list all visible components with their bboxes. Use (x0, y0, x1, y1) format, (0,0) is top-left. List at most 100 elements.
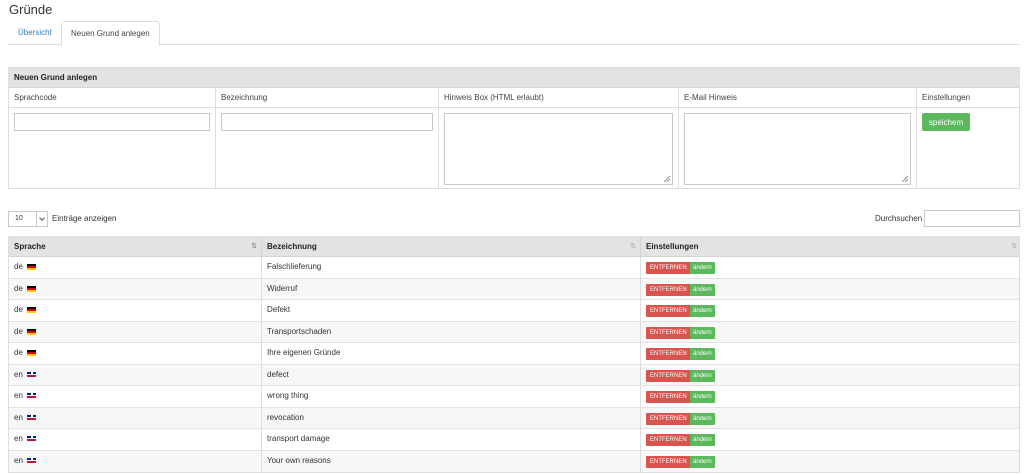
email-hinweis-textarea[interactable] (684, 113, 911, 185)
settings-cell: ENTFERNEN ändern (641, 322, 1021, 343)
language-code: de (14, 262, 23, 271)
remove-button[interactable]: ENTFERNEN (646, 412, 691, 425)
form-col-einstellungen: Einstellungen speichem (917, 88, 1021, 188)
new-reason-form: Neuen Grund anlegen Sprachcode Bezeichnu… (8, 67, 1021, 189)
tab-neuen-grund-anlegen[interactable]: Neuen Grund anlegen (61, 21, 160, 46)
bezeichnung-cell: Ihre eigenen Gründe (262, 343, 641, 364)
language-code: de (14, 348, 23, 357)
language-code: de (14, 305, 23, 314)
table-row: de Widerruf ENTFERNEN ändern (9, 278, 1019, 300)
table-row: en transport damage ENTFERNEN ändern (9, 429, 1019, 451)
bezeichnung-cell: Transportschaden (262, 321, 641, 343)
tab-uebersicht[interactable]: Übersicht (9, 21, 61, 45)
bezeichnung-input[interactable] (221, 113, 433, 131)
bezeichnung-cell: transport damage (262, 429, 641, 450)
language-cell: de (9, 321, 262, 343)
uk-flag-icon (27, 457, 37, 464)
entries-length-select[interactable]: 10 (8, 211, 48, 227)
table-row: de Ihre eigenen Gründe ENTFERNEN ändern (9, 343, 1019, 365)
language-cell: de (9, 343, 262, 364)
language-code: en (14, 391, 23, 400)
german-flag-icon (27, 264, 37, 270)
page-title: Gründe (9, 2, 53, 17)
language-code: en (14, 455, 23, 465)
remove-button[interactable]: ENTFERNEN (646, 391, 691, 403)
form-heading: Neuen Grund anlegen (9, 68, 1019, 88)
search-input[interactable] (924, 210, 1020, 227)
bezeichnung-cell: wrong thing (262, 386, 641, 407)
settings-cell: ENTFERNEN ändern (641, 451, 1021, 472)
table-row: de Defekt ENTFERNEN ändern (9, 300, 1019, 322)
save-button[interactable]: speichem (922, 113, 970, 131)
bezeichnung-label: Bezeichnung (216, 88, 438, 108)
edit-button[interactable]: ändern (690, 348, 715, 360)
settings-cell: ENTFERNEN ändern (641, 300, 1021, 321)
remove-button[interactable]: ENTFERNEN (646, 305, 691, 317)
form-col-sprachcode: Sprachcode (9, 88, 216, 188)
language-code: en (14, 369, 23, 379)
table-row: en defect ENTFERNEN ändern (9, 364, 1019, 386)
uk-flag-icon (27, 436, 37, 442)
tab-bar: Übersicht Neuen Grund anlegen (8, 21, 1020, 46)
uk-flag-icon (27, 371, 37, 378)
language-cell: en (9, 450, 262, 472)
resize-grip-icon[interactable] (664, 176, 670, 182)
language-cell: de (9, 278, 262, 300)
column-header-einstellungen[interactable]: Einstellungen ⇅ (641, 237, 1021, 257)
uk-flag-icon (27, 393, 37, 399)
language-cell: de (9, 300, 262, 321)
column-header-bezeichnung[interactable]: Bezeichnung ⇅ (262, 237, 641, 257)
remove-button[interactable]: ENTFERNEN (646, 283, 691, 296)
form-col-hinweis: Hinweis Box (HTML erlaubt) (439, 88, 679, 188)
edit-button[interactable]: ändern (690, 455, 715, 468)
einstellungen-label: Einstellungen (917, 88, 1021, 108)
settings-cell: ENTFERNEN ändern (641, 343, 1021, 364)
edit-button[interactable]: ändern (690, 283, 715, 296)
hinweis-textarea[interactable] (444, 113, 673, 185)
bezeichnung-cell: Your own reasons (262, 450, 641, 472)
remove-button[interactable]: ENTFERNEN (646, 326, 691, 339)
language-cell: de (9, 257, 262, 278)
settings-cell: ENTFERNEN ändern (641, 257, 1021, 278)
remove-button[interactable]: ENTFERNEN (646, 434, 691, 446)
table-body: de Falschlieferung ENTFERNEN ändern de Wide… (9, 257, 1019, 472)
chevron-down-icon[interactable] (36, 212, 47, 226)
bezeichnung-cell: Widerruf (262, 278, 641, 300)
remove-button[interactable]: ENTFERNEN (646, 348, 691, 360)
edit-button[interactable]: ändern (690, 326, 715, 339)
sort-icon: ⇅ (1011, 243, 1017, 250)
sort-asc-icon: ⇅ (251, 243, 257, 250)
edit-button[interactable]: ändern (690, 412, 715, 425)
language-code: en (14, 434, 23, 443)
remove-button[interactable]: ENTFERNEN (646, 262, 691, 274)
bezeichnung-cell: Defekt (262, 300, 641, 321)
german-flag-icon (27, 307, 37, 313)
table-header: Sprache ⇅ Bezeichnung ⇅ Einstellungen ⇅ (9, 237, 1019, 257)
entries-length-value: 10 (15, 215, 23, 222)
edit-button[interactable]: ändern (690, 434, 715, 446)
settings-cell: ENTFERNEN ändern (641, 408, 1021, 429)
column-header-sprache[interactable]: Sprache ⇅ (9, 237, 262, 257)
table-row: de Transportschaden ENTFERNEN ändern (9, 321, 1021, 343)
language-cell: en (9, 429, 262, 450)
edit-button[interactable]: ändern (690, 262, 715, 274)
sprachcode-input[interactable] (14, 113, 210, 131)
bezeichnung-cell: revocation (262, 407, 641, 429)
remove-button[interactable]: ENTFERNEN (646, 369, 691, 382)
edit-button[interactable]: ändern (690, 305, 715, 317)
edit-button[interactable]: ändern (690, 391, 715, 403)
edit-button[interactable]: ändern (690, 369, 715, 382)
resize-grip-icon[interactable] (902, 176, 908, 182)
sprachcode-label: Sprachcode (9, 88, 215, 108)
language-cell: en (9, 386, 262, 407)
bezeichnung-cell: Falschlieferung (262, 257, 641, 278)
sort-icon: ⇅ (630, 243, 636, 250)
table-row: en Your own reasons ENTFERNEN ändern (9, 450, 1021, 472)
uk-flag-icon (27, 414, 37, 421)
email-hinweis-label: E-Mail Hinweis (679, 88, 916, 108)
german-flag-icon (27, 350, 37, 356)
form-col-bezeichnung: Bezeichnung (216, 88, 439, 188)
reasons-table: Sprache ⇅ Bezeichnung ⇅ Einstellungen ⇅ de … (8, 236, 1020, 473)
remove-button[interactable]: ENTFERNEN (646, 455, 691, 468)
bezeichnung-cell: defect (262, 364, 641, 386)
